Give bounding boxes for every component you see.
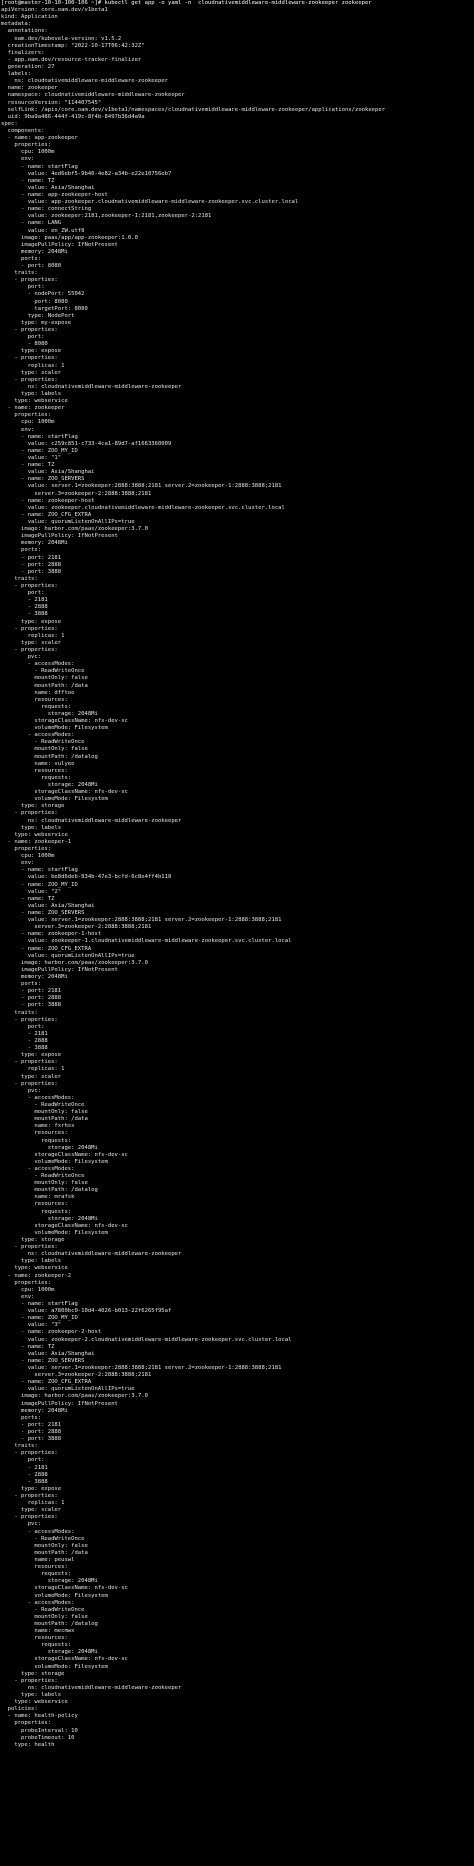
terminal-window[interactable]: [root@master-10-10-100-106 ~]# kubectl g…: [0, 0, 474, 1866]
command-prompt-line: [root@master-10-10-100-106 ~]# kubectl g…: [1, 0, 372, 6]
yaml-output: apiVersion: core.oam.dev/v1beta1 kind: A…: [1, 7, 386, 1748]
terminal-output-area: [root@master-10-10-100-106 ~]# kubectl g…: [0, 0, 474, 1749]
